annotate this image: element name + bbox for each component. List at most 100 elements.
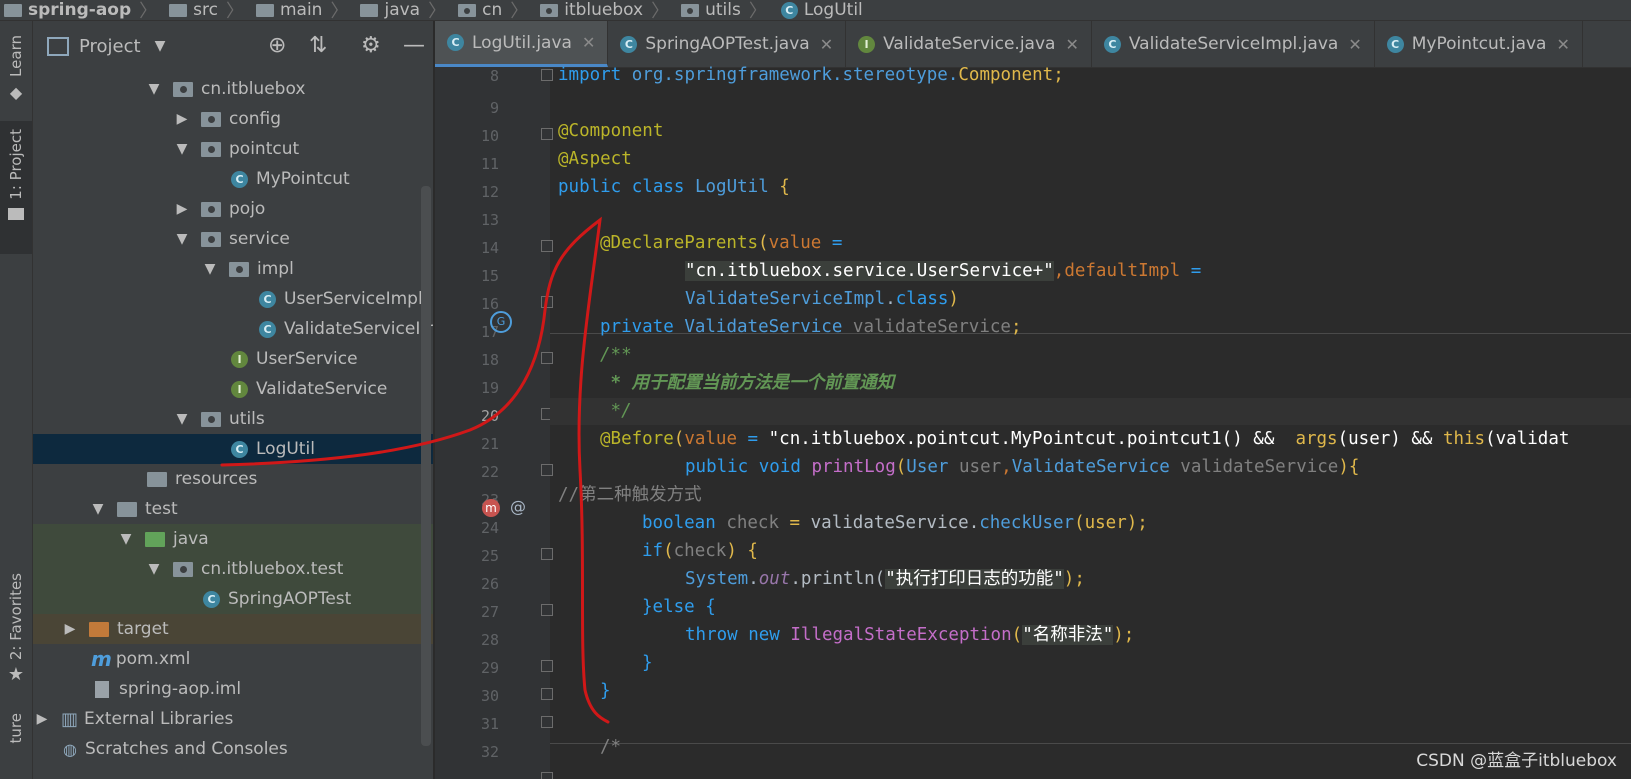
tab-validateserviceimpl[interactable]: C ValidateServiceImpl.java ✕ (1092, 21, 1375, 67)
class-icon: C (259, 290, 276, 308)
line-number: 9 (489, 99, 499, 117)
tree-node-target[interactable]: ▶ target (33, 614, 433, 644)
chevron-right-icon[interactable]: ▶ (63, 621, 77, 637)
breadcrumb-item-utils[interactable]: utils 〉 (677, 0, 775, 20)
folder-icon (117, 501, 137, 517)
line-number: 12 (480, 183, 499, 201)
project-tool-button[interactable]: 1: Project (0, 121, 32, 254)
tree-node-validateserviceimpl[interactable]: C ValidateServiceImpl (33, 314, 433, 344)
close-icon[interactable]: ✕ (1556, 35, 1569, 54)
interface-icon: I (858, 35, 876, 53)
locate-icon[interactable]: ⊕ (268, 35, 286, 57)
tree-node-external-libraries[interactable]: ▶ ▥ External Libraries (33, 704, 433, 734)
tree-node-impl[interactable]: ▼ impl (33, 254, 433, 284)
minimize-icon[interactable]: — (403, 35, 425, 57)
tree-node-pom-xml[interactable]: m pom.xml (33, 644, 433, 674)
editor-gutter[interactable]: 8 9 10 11 12 13 14 15 16 17 18 19 20 21 … (435, 67, 553, 779)
breadcrumb-item-main[interactable]: main 〉 (252, 0, 356, 20)
scratch-icon: ◍ (63, 739, 77, 759)
class-icon: C (231, 170, 248, 188)
chevron-down-icon[interactable]: ▼ (91, 501, 105, 517)
structure-tool-button[interactable]: ture (0, 713, 32, 743)
bean-gutter-icon[interactable]: G (490, 311, 512, 333)
learn-label: Learn (7, 35, 25, 77)
breadcrumb-item-logutil[interactable]: C LogUtil (775, 0, 863, 20)
tab-logutil[interactable]: C LogUtil.java ✕ (435, 21, 609, 67)
tree-node-logutil-selected[interactable]: C LogUtil (33, 434, 433, 464)
tree-node-label: UserService (256, 349, 358, 369)
chevron-down-icon[interactable]: ▼ (119, 531, 133, 547)
tree-node-userserviceimpl[interactable]: C UserServiceImpl (33, 284, 433, 314)
chevron-down-icon[interactable]: ▼ (203, 261, 217, 277)
line-number: 16 (480, 295, 499, 313)
panel-scrollbar[interactable] (421, 186, 431, 746)
breadcrumb-item-java[interactable]: java 〉 (356, 0, 454, 20)
tree-node-label: config (229, 109, 282, 129)
chevron-down-icon[interactable]: ▼ (147, 81, 161, 97)
chevron-down-icon[interactable]: ▼ (155, 38, 166, 54)
tree-node-mypointcut[interactable]: C MyPointcut (33, 164, 433, 194)
class-icon: C (259, 320, 276, 338)
tree-node-resources[interactable]: resources (33, 464, 433, 494)
tree-node-label: MyPointcut (256, 169, 350, 189)
tree-node-config[interactable]: ▶ config (33, 104, 433, 134)
tree-node-utils[interactable]: ▼ utils (33, 404, 433, 434)
favorites-tool-button[interactable]: 2: Favorites ★ (0, 573, 32, 685)
line-number: 27 (480, 603, 499, 621)
project-panel-header: Project ▼ ⊕ ⇅ ⚙ — (33, 21, 433, 71)
structure-label: ture (7, 713, 25, 744)
close-icon[interactable]: ✕ (1348, 35, 1361, 54)
line-number: 30 (480, 687, 499, 705)
gear-icon[interactable]: ⚙ (361, 35, 381, 57)
favorites-label: 2: Favorites (7, 573, 25, 661)
tree-node-label: java (173, 529, 209, 549)
code-line-26: System.out.println("执行打印日志的功能"); (685, 569, 1085, 589)
chevron-right-icon[interactable]: ▶ (175, 111, 189, 127)
collapse-all-icon[interactable]: ⇅ (309, 35, 327, 57)
line-number: 8 (489, 67, 499, 85)
chevron-down-icon[interactable]: ▼ (147, 561, 161, 577)
chevron-right-icon[interactable]: ▶ (35, 711, 49, 727)
tree-node-userservice[interactable]: I UserService (33, 344, 433, 374)
learn-tool-button[interactable]: Learn ◆ (0, 35, 32, 102)
chevron-down-icon[interactable]: ▼ (175, 231, 189, 247)
tab-label: MyPointcut.java (1411, 34, 1547, 54)
tree-node-test[interactable]: ▼ test (33, 494, 433, 524)
code-line-15: "cn.itbluebox.service.UserService+",defa… (685, 261, 1202, 281)
close-icon[interactable]: ✕ (1065, 35, 1078, 54)
tree-node-service[interactable]: ▼ service (33, 224, 433, 254)
code-line-12: public class LogUtil { (558, 177, 790, 197)
tab-springaoptest[interactable]: C SpringAOPTest.java ✕ (608, 21, 847, 67)
class-icon: C (1386, 35, 1404, 53)
chevron-right-icon[interactable]: ▶ (175, 201, 189, 217)
at-gutter-icon[interactable]: @ (510, 497, 526, 516)
tab-mypointcut[interactable]: C MyPointcut.java ✕ (1375, 21, 1583, 67)
chevron-down-icon[interactable]: ▼ (175, 141, 189, 157)
advice-gutter-icon[interactable]: m (482, 499, 500, 517)
project-view-title[interactable]: Project (79, 36, 141, 57)
tree-node-pojo[interactable]: ▶ pojo (33, 194, 433, 224)
breadcrumb-item-project[interactable]: spring-aop 〉 (0, 0, 165, 20)
tree-node-springaoptest[interactable]: C SpringAOPTest (33, 584, 433, 614)
close-icon[interactable]: ✕ (582, 33, 595, 52)
breadcrumb-item-cn[interactable]: cn 〉 (454, 0, 536, 20)
tree-node-pointcut[interactable]: ▼ pointcut (33, 134, 433, 164)
tab-validateservice[interactable]: I ValidateService.java ✕ (846, 21, 1092, 67)
folder-icon (360, 3, 379, 17)
breadcrumb-item-itbluebox[interactable]: itbluebox 〉 (536, 0, 677, 20)
tree-node-validateservice[interactable]: I ValidateService (33, 374, 433, 404)
package-icon (201, 111, 221, 127)
package-icon (458, 3, 477, 17)
tree-node-cn-itbluebox-test[interactable]: ▼ cn.itbluebox.test (33, 554, 433, 584)
chevron-down-icon[interactable]: ▼ (175, 411, 189, 427)
package-icon (173, 561, 193, 577)
tree-node-test-java[interactable]: ▼ java (33, 524, 433, 554)
tree-node-scratches[interactable]: ◍ Scratches and Consoles (33, 734, 433, 764)
tree-node-cn-itbluebox[interactable]: ▼ cn.itbluebox (33, 74, 433, 104)
tree-node-spring-aop-iml[interactable]: spring-aop.iml (33, 674, 433, 704)
close-icon[interactable]: ✕ (820, 35, 833, 54)
code-text-area[interactable]: import org.springframework.stereotype.Co… (550, 65, 1631, 779)
package-icon (229, 261, 249, 277)
breadcrumb-item-src[interactable]: src 〉 (165, 0, 252, 20)
code-line-22: public void printLog(User user,ValidateS… (685, 457, 1360, 477)
